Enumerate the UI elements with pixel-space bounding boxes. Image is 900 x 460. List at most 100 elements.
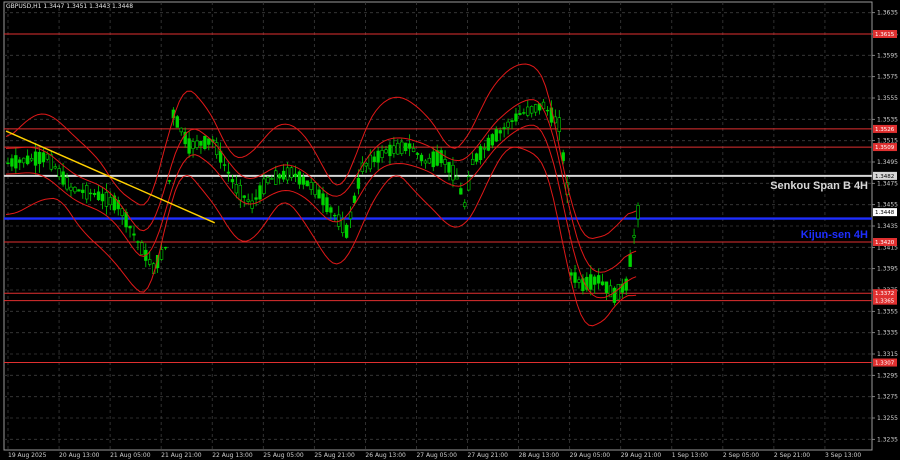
y-tick-label: 1.3475 (877, 180, 898, 187)
candle-body (443, 159, 447, 165)
y-tick-label: 1.3295 (877, 372, 898, 379)
candle-body (341, 219, 345, 233)
candle-body (455, 176, 459, 180)
candle-body (612, 287, 617, 303)
candle-body (6, 162, 10, 165)
x-tick-label: 28 Aug 13:00 (519, 452, 560, 459)
y-tick-label: 1.3595 (877, 52, 898, 59)
candle-body (301, 176, 305, 185)
symbol-header: GBPUSD,H1 1.3447 1.3451 1.3443 1.3448 (6, 3, 133, 10)
candle-body (600, 281, 605, 286)
y-tick-label: 1.3435 (877, 223, 898, 230)
candle-body (368, 154, 372, 170)
x-tick-label: 25 Aug 21:00 (314, 452, 355, 459)
candle-body (498, 130, 502, 134)
candle-body (163, 246, 168, 249)
candle-body (364, 163, 368, 167)
candle-body (636, 205, 640, 220)
candle-body (132, 233, 136, 236)
candle-body (419, 154, 424, 162)
x-tick-label: 20 Aug 13:00 (59, 452, 100, 459)
candle-body (136, 241, 140, 243)
candle-body (573, 272, 577, 283)
candle-body (104, 192, 109, 207)
candle-body (431, 151, 435, 168)
chart-canvas[interactable]: GBPUSD,H1 1.3447 1.3451 1.3443 1.3448 1.… (0, 0, 900, 460)
y-tick-label: 1.3535 (877, 116, 898, 123)
candle-body (140, 242, 144, 255)
candle-body (407, 143, 412, 149)
y-tick-label: 1.3255 (877, 415, 898, 422)
candle-body (53, 166, 57, 169)
candle-body (41, 152, 46, 163)
candle-body (372, 156, 376, 163)
candle-body (561, 152, 565, 162)
candle-body (344, 224, 349, 238)
candle-body (388, 144, 392, 157)
candle-body (514, 113, 518, 122)
candle-body (392, 145, 396, 154)
candle-body (285, 167, 290, 181)
candle-body (242, 195, 246, 198)
candle-body (281, 170, 286, 180)
candle-body (427, 157, 431, 164)
candle-body (435, 150, 439, 166)
y-tick-label: 1.3335 (877, 330, 898, 337)
x-tick-label: 25 Aug 05:00 (263, 452, 304, 459)
x-tick-label: 27 Aug 05:00 (416, 452, 457, 459)
candle-body (356, 177, 361, 189)
candle-body (502, 127, 506, 130)
candle-body (18, 159, 22, 163)
candle-body (234, 184, 239, 194)
candle-body (77, 189, 81, 192)
y-tick-label: 1.3235 (877, 436, 898, 443)
candle-body (128, 225, 132, 229)
x-tick-label: 1 Sep 13:00 (672, 452, 708, 459)
candle-body (384, 149, 388, 154)
candle-body (321, 193, 325, 206)
y-tick-label: 1.3315 (877, 351, 898, 358)
upper-inner-band (5, 99, 637, 273)
x-tick-label: 27 Aug 21:00 (468, 452, 509, 459)
candle-body (22, 157, 26, 164)
x-tick-label: 29 Aug 21:00 (621, 452, 662, 459)
candle-body (478, 146, 483, 161)
candle-body (195, 140, 199, 148)
x-tick-label: 22 Aug 13:00 (212, 452, 253, 459)
candle-body (254, 197, 258, 200)
candle-body (73, 186, 77, 193)
candle-body (317, 189, 321, 199)
candle-body (29, 158, 34, 161)
candle-body (589, 274, 593, 290)
candle-body (274, 170, 278, 185)
candle-body (510, 120, 514, 122)
candle-body (238, 185, 242, 201)
candle-body (309, 182, 313, 190)
level-price-label: 1.3615 (875, 32, 895, 38)
level-price-label: 1.3365 (875, 299, 895, 305)
candle-body (518, 113, 522, 115)
candle-body (199, 140, 203, 146)
y-tick-label: 1.3395 (877, 266, 898, 273)
price-chart[interactable]: GBPUSD,H1 1.3447 1.3451 1.3443 1.3448 1.… (0, 0, 900, 460)
candle-body (258, 185, 262, 200)
y-tick-label: 1.3495 (877, 159, 898, 166)
lower-inner-band (5, 124, 637, 299)
candle-body (120, 208, 124, 216)
candle-body (230, 179, 235, 183)
level-annotation: Kijun-sen 4H (801, 229, 868, 241)
candle-body (596, 275, 601, 284)
y-tick-label: 1.3355 (877, 308, 898, 315)
x-tick-label: 2 Sep 21:00 (774, 452, 810, 459)
candle-body (545, 109, 550, 112)
candle-body (81, 189, 85, 193)
candle-body (404, 142, 408, 152)
candle-body (148, 259, 152, 265)
level-price-label: 1.3509 (875, 145, 895, 151)
candle-body (262, 178, 266, 194)
candle-body (33, 151, 38, 166)
x-tick-label: 29 Aug 05:00 (570, 452, 611, 459)
candle-body (439, 150, 443, 164)
y-tick-label: 1.3275 (877, 394, 898, 401)
candle-body (474, 153, 479, 162)
